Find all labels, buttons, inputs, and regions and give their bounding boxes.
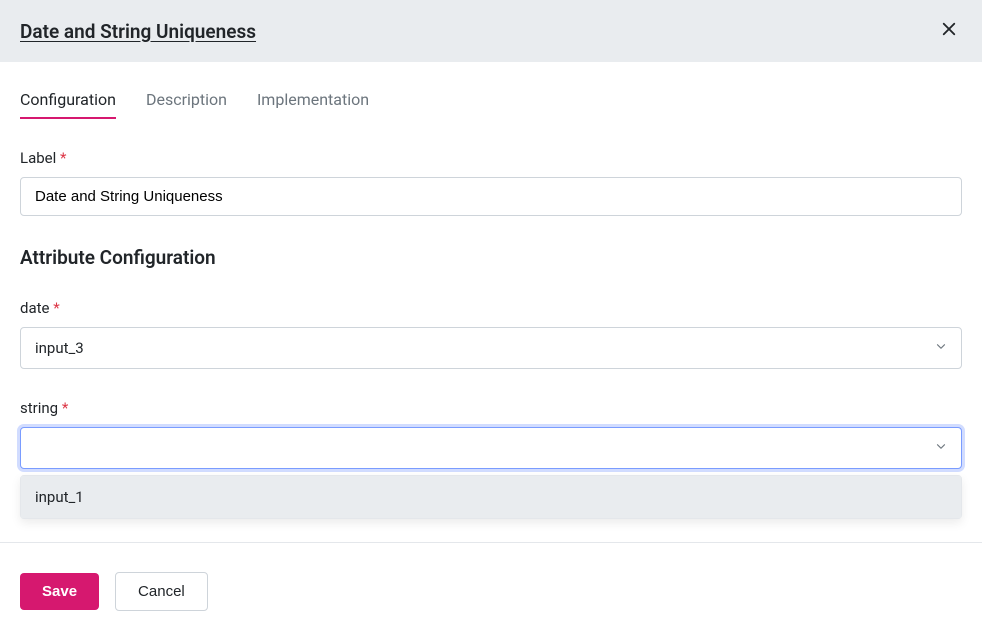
label-text: Label: [20, 149, 56, 167]
string-field-label: string *: [20, 399, 962, 417]
string-select-wrapper: input_1: [20, 427, 962, 469]
close-button[interactable]: [936, 18, 962, 44]
required-marker: *: [60, 149, 66, 167]
date-field-label: date *: [20, 299, 962, 317]
dialog-footer: Save Cancel: [20, 572, 982, 611]
footer-divider: [0, 542, 982, 543]
dialog-title: Date and String Uniqueness: [20, 20, 256, 43]
close-icon: [940, 18, 958, 43]
dialog-header: Date and String Uniqueness: [0, 0, 982, 62]
date-select[interactable]: input_3: [20, 327, 962, 369]
date-field-group: date * input_3: [20, 299, 962, 369]
save-button[interactable]: Save: [20, 573, 99, 610]
tab-description[interactable]: Description: [146, 90, 227, 119]
label-field-label: Label *: [20, 149, 962, 167]
section-title: Attribute Configuration: [20, 246, 962, 269]
date-label-text: date: [20, 299, 49, 317]
string-label-text: string: [20, 399, 58, 417]
cancel-button[interactable]: Cancel: [115, 572, 208, 611]
date-select-wrapper: input_3: [20, 327, 962, 369]
required-marker: *: [53, 299, 59, 317]
string-dropdown-panel: input_1: [20, 475, 962, 519]
dialog-content: Configuration Description Implementation…: [0, 90, 982, 469]
tabs: Configuration Description Implementation: [20, 90, 962, 119]
tab-configuration[interactable]: Configuration: [20, 90, 116, 119]
dropdown-option[interactable]: input_1: [21, 476, 961, 518]
string-field-group: string * input_1: [20, 399, 962, 469]
tab-implementation[interactable]: Implementation: [257, 90, 369, 119]
label-field-group: Label *: [20, 149, 962, 216]
date-select-value: input_3: [35, 339, 84, 357]
label-input[interactable]: [20, 177, 962, 216]
string-select[interactable]: [20, 427, 962, 469]
required-marker: *: [62, 399, 68, 417]
